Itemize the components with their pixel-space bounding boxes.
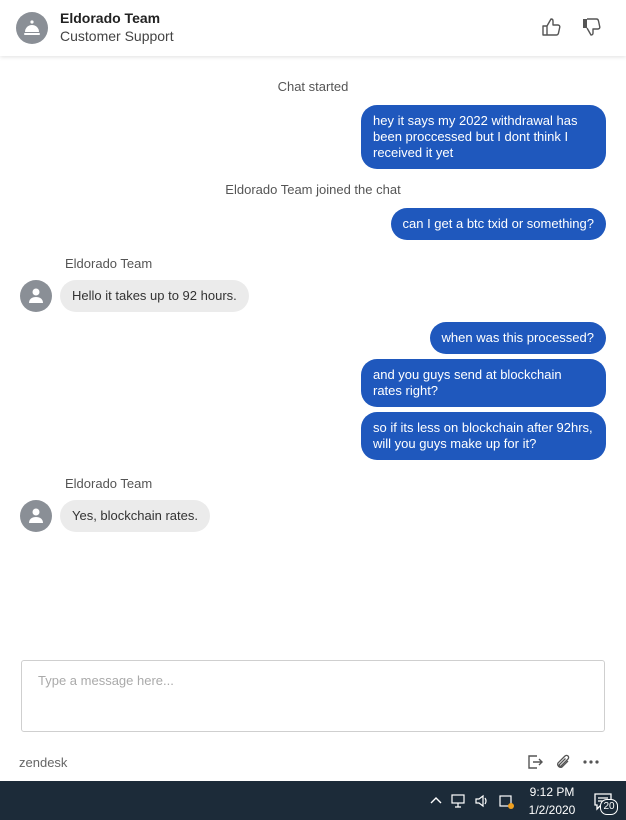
agent-message-avatar — [20, 500, 52, 532]
agent-message-label: Eldorado Team — [65, 476, 153, 491]
taskbar: 9:12 PM 1/2/2020 20 — [0, 781, 626, 820]
visitor-message: can I get a btc txid or something? — [390, 208, 606, 240]
agent-avatar — [16, 12, 48, 44]
user-icon — [29, 508, 43, 523]
chat-header: Eldorado Team Customer Support — [0, 0, 626, 56]
end-chat-icon[interactable] — [526, 753, 544, 771]
chevron-up-icon[interactable] — [428, 793, 444, 809]
visitor-message: and you guys send at blockchain rates ri… — [361, 359, 606, 407]
agent-joined-notice: Eldorado Team joined the chat — [225, 182, 401, 197]
visitor-message: so if its less on blockchain after 92hrs… — [361, 412, 606, 460]
agent-message-label: Eldorado Team — [65, 256, 153, 271]
app-tray-icon[interactable] — [498, 793, 514, 809]
agent-subtitle: Customer Support — [60, 28, 174, 44]
visitor-message: hey it says my 2022 withdrawal has been … — [361, 105, 606, 169]
message-composer — [21, 660, 605, 732]
agent-message: Yes, blockchain rates. — [60, 500, 210, 532]
agent-name: Eldorado Team — [60, 10, 161, 26]
attachment-icon[interactable] — [554, 753, 572, 771]
zendesk-brand: zendesk — [19, 755, 68, 770]
clock-time[interactable]: 9:12 PM — [524, 785, 580, 799]
network-icon[interactable] — [451, 793, 467, 809]
notification-count-badge: 20 — [600, 799, 618, 815]
thumbs-down-icon[interactable] — [580, 16, 602, 38]
volume-icon[interactable] — [474, 793, 490, 809]
concierge-bell-icon — [24, 20, 40, 35]
agent-message-avatar — [20, 280, 52, 312]
agent-message: Hello it takes up to 92 hours. — [60, 280, 249, 312]
user-icon — [29, 288, 43, 303]
clock-date[interactable]: 1/2/2020 — [524, 803, 580, 817]
message-input[interactable] — [22, 661, 604, 731]
chat-started-notice: Chat started — [277, 79, 349, 94]
visitor-message: when was this processed? — [429, 322, 606, 354]
more-options-icon[interactable] — [582, 753, 600, 771]
thumbs-up-icon[interactable] — [540, 16, 562, 38]
